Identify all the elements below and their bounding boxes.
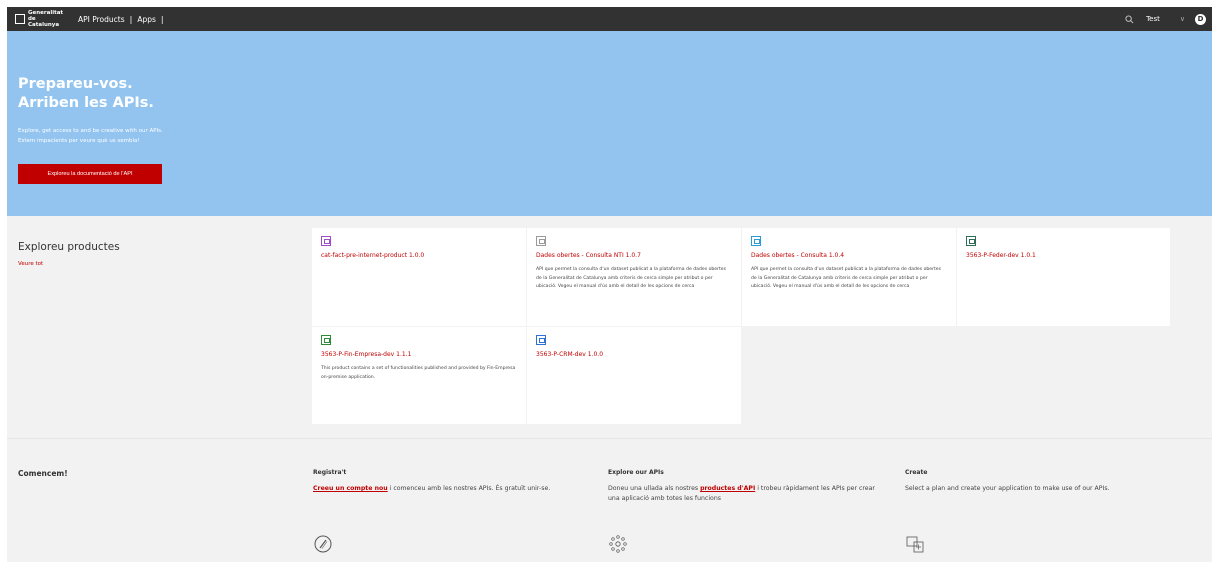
generalitat-logo[interactable]: Generalitat de Catalunya: [15, 10, 66, 28]
hero-title-line2: Arriben les APIs.: [18, 95, 154, 111]
explore-apis-title: Explore our APIs: [608, 469, 664, 476]
hero-title: Preparеu-vos. Arriben les APIs.: [18, 75, 154, 113]
product-title[interactable]: Dades obertes - Consulta NTI 1.0.7: [536, 252, 732, 259]
explore-products-heading: Exploreu productes: [18, 241, 120, 253]
register-column: Registra't Creeu un compte nou i comence…: [313, 469, 583, 494]
user-area: Test ∨ D: [1125, 13, 1206, 25]
api-products-link[interactable]: productes d'API: [700, 485, 755, 492]
avatar[interactable]: D: [1195, 13, 1206, 25]
explore-apis-column: Explore our APIs Doneu una ullada als no…: [608, 469, 878, 504]
product-icon: [536, 335, 546, 345]
product-icon: [536, 236, 546, 246]
top-navigation-bar: Generalitat de Catalunya API Products | …: [7, 7, 1212, 31]
nav-separator: |: [160, 14, 164, 24]
product-title[interactable]: 3563-P-Feder-dev 1.0.1: [966, 252, 1161, 259]
product-title[interactable]: 3563-P-Fin-Empresa-dev 1.1.1: [321, 351, 517, 358]
explore-docs-button[interactable]: Exploreu la documentació de l'API: [18, 164, 162, 184]
explore-apis-text: Doneu una ullada als nostres productes d…: [608, 484, 878, 504]
create-account-link[interactable]: Creeu un compte nou: [313, 485, 388, 492]
explore-apis-prefix: Doneu una ullada als nostres: [608, 485, 701, 492]
logo-text: Generalitat de Catalunya: [28, 10, 64, 28]
product-card[interactable]: 3563-P-Fin-Empresa-dev 1.1.1 This produc…: [312, 327, 526, 424]
hero-subtitle: Explore, get access to and be creative w…: [18, 126, 268, 146]
product-description: This product contains a set of functiona…: [321, 366, 516, 380]
create-title: Create: [905, 469, 928, 476]
product-description: API que permet la consulta d'un dataset …: [536, 267, 727, 289]
create-description: Select a plan and create your applicatio…: [905, 485, 1110, 492]
api-network-icon: [609, 535, 627, 553]
create-column: Create Select a plan and create your app…: [905, 469, 1175, 494]
chevron-down-icon[interactable]: ∨: [1180, 15, 1185, 23]
nav-api-products[interactable]: API Products: [78, 15, 125, 24]
register-title: Registra't: [313, 469, 347, 476]
product-description: API que permet la consulta d'un dataset …: [751, 267, 942, 289]
hero-subtitle-line2: Estem impacients per veure què us sembla…: [18, 138, 140, 144]
search-icon[interactable]: [1125, 14, 1134, 24]
logo-icon: [15, 14, 25, 24]
product-icon: [321, 236, 331, 246]
create-app-icon: [906, 536, 924, 553]
product-icon: [321, 335, 331, 345]
hero-subtitle-line1: Explore, get access to and be creative w…: [18, 128, 163, 134]
see-all-link[interactable]: Veure tot: [18, 261, 43, 267]
register-text: Creeu un compte nou i comenceu amb les n…: [313, 484, 583, 494]
product-icon: [751, 236, 761, 246]
product-title[interactable]: 3563-P-CRM-dev 1.0.0: [536, 351, 732, 358]
product-card[interactable]: 3563-P-CRM-dev 1.0.0: [527, 327, 741, 424]
product-card[interactable]: Dades obertes - Consulta 1.0.4 API que p…: [742, 228, 956, 326]
main-nav: API Products | Apps |: [78, 15, 169, 24]
product-icon: [966, 236, 976, 246]
product-title[interactable]: cat-fact-pre-internet-product 1.0.0: [321, 252, 517, 259]
product-title[interactable]: Dades obertes - Consulta 1.0.4: [751, 252, 947, 259]
explore-products-section: Exploreu productes Veure tot cat-fact-pr…: [7, 216, 1212, 438]
get-started-section: Comencem! Registra't Creeu un compte nou…: [7, 438, 1212, 562]
nav-separator: |: [129, 14, 133, 24]
product-card[interactable]: cat-fact-pre-internet-product 1.0.0: [312, 228, 526, 326]
hero-banner: Preparеu-vos. Arriben les APIs. Explore,…: [7, 31, 1212, 216]
user-name[interactable]: Test: [1146, 15, 1160, 23]
pen-icon: [314, 535, 332, 553]
hero-title-line1: Preparеu-vos.: [18, 76, 133, 92]
product-card[interactable]: 3563-P-Feder-dev 1.0.1: [957, 228, 1170, 326]
register-description: i comenceu amb les nostres APIs. És grat…: [387, 485, 551, 492]
nav-apps[interactable]: Apps: [137, 15, 156, 24]
get-started-heading: Comencem!: [18, 469, 68, 478]
product-card[interactable]: Dades obertes - Consulta NTI 1.0.7 API q…: [527, 228, 741, 326]
